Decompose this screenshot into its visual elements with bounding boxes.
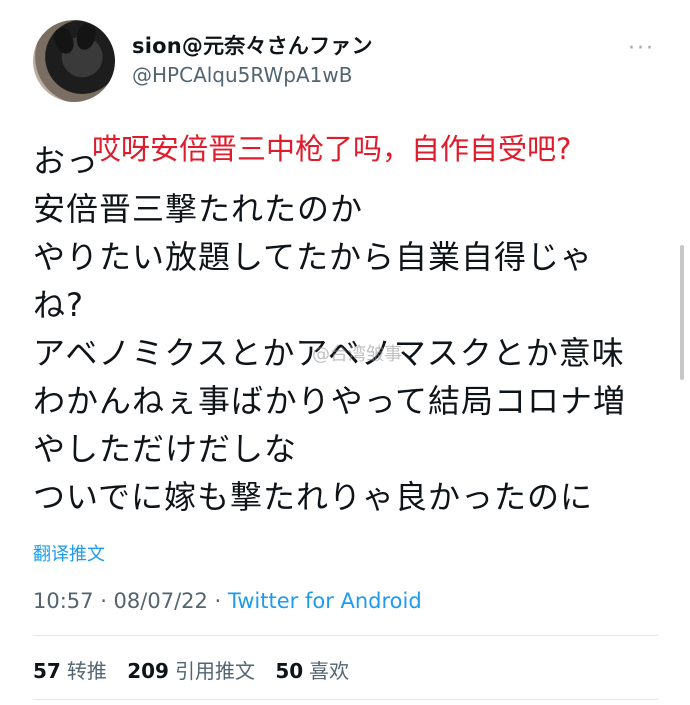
quotes-label: 引用推文 [174, 659, 255, 683]
avatar-cat-ear [51, 25, 77, 57]
tweet-line: ついでに嫁も撃たれりゃ良かったのに [33, 478, 594, 516]
retweets-stat[interactable]: 57 转推 [33, 659, 107, 683]
source-link[interactable]: Twitter for Android [228, 589, 422, 613]
watermark: @台湾皱事 [312, 344, 402, 365]
retweets-count: 57 [33, 659, 61, 683]
tweet-line: やりたい放題してたから自業自得じゃ [33, 238, 594, 276]
timestamp[interactable]: 10:57 · 08/07/22 · [33, 589, 228, 613]
likes-label: 喜欢 [309, 659, 350, 683]
likes-count: 50 [275, 659, 304, 683]
translate-tweet-link[interactable]: 翻译推文 [33, 540, 105, 566]
red-caption-overlay: 哎呀安倍晋三中枪了吗，自作自受吧? [92, 132, 572, 166]
tweet-line: ね? [33, 286, 84, 324]
likes-stat[interactable]: 50 喜欢 [275, 659, 349, 683]
avatar[interactable] [33, 20, 115, 102]
display-name[interactable]: sion@元奈々さんファン [132, 30, 373, 60]
retweets-label: 转推 [66, 659, 107, 683]
tweet-text: おっ 安倍晋三撃たれたのか やりたい放題してたから自業自得じゃ ね? アベノミク… [33, 137, 663, 521]
tweet-meta: 10:57 · 08/07/22 · Twitter for Android [33, 589, 422, 613]
quotes-count: 209 [127, 659, 169, 683]
quotes-stat[interactable]: 209 引用推文 [127, 659, 255, 683]
avatar-cat-ear [73, 22, 99, 52]
engagement-stats: 57 转推 209 引用推文 50 喜欢 [33, 655, 363, 684]
scrollbar[interactable] [680, 245, 684, 380]
user-handle[interactable]: @HPCAlqu5RWpA1wB [132, 63, 352, 87]
tweet-line: 安倍晋三撃たれたのか [33, 190, 364, 228]
divider [33, 699, 658, 700]
tweet-line: やしただけだしな [33, 430, 298, 468]
divider [33, 635, 658, 636]
more-dots-icon[interactable]: ··· [628, 36, 655, 61]
tweet-line: わかんねぇ事ばかりやって結局コロナ増 [33, 382, 627, 420]
